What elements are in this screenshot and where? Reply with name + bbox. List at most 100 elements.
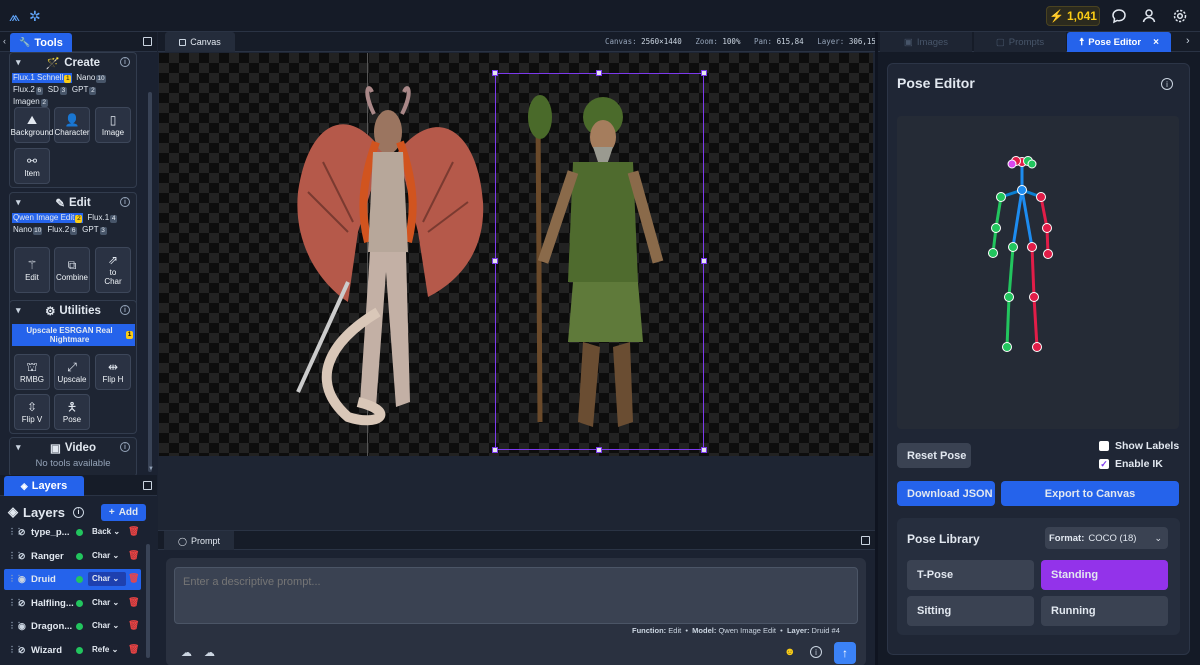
- eye-icon[interactable]: ◉: [18, 621, 26, 632]
- flip-v-tool-button[interactable]: ⇳ Flip V: [14, 394, 50, 430]
- info-icon[interactable]: i: [810, 646, 822, 658]
- credits-badge[interactable]: ⚡ 1,041: [1046, 6, 1100, 26]
- eye-off-icon[interactable]: ⊘: [18, 598, 26, 609]
- upscale-model-chip[interactable]: Upscale ESRGAN Real Nightmare 1: [12, 324, 135, 346]
- tab-canvas[interactable]: Canvas: [165, 32, 235, 52]
- layer-type-select[interactable]: Char ⌄: [88, 549, 126, 563]
- edit-header[interactable]: ▾ ✎ Edit i: [10, 193, 136, 213]
- pose-option-running[interactable]: Running: [1041, 596, 1168, 626]
- reset-pose-button[interactable]: Reset Pose: [897, 443, 971, 468]
- resize-handle[interactable]: [701, 447, 707, 453]
- trash-icon[interactable]: 🗑: [128, 620, 139, 631]
- utilities-header[interactable]: ▾ ⚙ Utilities i: [10, 301, 136, 321]
- layer-type-select[interactable]: Back ⌄: [88, 525, 126, 539]
- close-icon[interactable]: ×: [1153, 37, 1159, 48]
- background-tool-button[interactable]: ⛰ Background: [11, 107, 53, 143]
- pose-tool-button[interactable]: 🯅 Pose: [54, 394, 90, 430]
- canvas-viewport[interactable]: [158, 52, 875, 530]
- video-header[interactable]: ▾ ▣ Video i: [10, 438, 136, 458]
- prompt-input[interactable]: [174, 567, 858, 624]
- layer-row[interactable]: ⋮⋮ ⊘ Halfling... Char ⌄ 🗑: [4, 593, 141, 614]
- layer-type-select[interactable]: Char ⌄: [88, 572, 126, 586]
- pose-option-t-pose[interactable]: T-Pose: [907, 560, 1034, 590]
- chevron-left-icon[interactable]: ‹: [3, 36, 6, 46]
- tab-tools[interactable]: 🔧 Tools: [10, 33, 72, 52]
- layer-type-select[interactable]: Refe ⌄: [88, 643, 126, 657]
- info-icon[interactable]: i: [1161, 78, 1173, 90]
- tab-layers[interactable]: ◈ Layers: [4, 476, 84, 496]
- layer-type-select[interactable]: Char ⌄: [88, 596, 126, 610]
- layer-type-select[interactable]: Char ⌄: [88, 619, 126, 633]
- selection-box[interactable]: [492, 70, 707, 453]
- user-icon[interactable]: [1141, 8, 1157, 24]
- image-tool-button[interactable]: ▯ Image: [95, 107, 131, 143]
- upload-icon[interactable]: ☁: [181, 646, 192, 659]
- resize-handle[interactable]: [596, 447, 602, 453]
- model-chip[interactable]: SD 3: [47, 85, 68, 95]
- resize-handle[interactable]: [492, 258, 498, 264]
- resize-handle[interactable]: [492, 70, 498, 76]
- export-to-canvas-button[interactable]: Export to Canvas: [1001, 481, 1179, 506]
- resize-handle[interactable]: [492, 447, 498, 453]
- info-icon[interactable]: i: [120, 305, 130, 315]
- enable-ik-toggle[interactable]: ✓ Enable IK: [1099, 458, 1163, 470]
- layer-row[interactable]: ⋮⋮ ◉ Druid Char ⌄ 🗑: [4, 569, 141, 590]
- download-json-button[interactable]: Download JSON: [897, 481, 995, 506]
- combine-tool-button[interactable]: ⧉ Combine: [54, 247, 90, 293]
- scroll-down-icon[interactable]: ▼: [148, 466, 154, 472]
- layers-scrollbar[interactable]: [146, 544, 150, 658]
- model-chip[interactable]: Flux.2 6: [12, 85, 44, 95]
- app-logo-icon[interactable]: ⩕: [9, 8, 20, 25]
- trash-icon[interactable]: 🗑: [128, 597, 139, 608]
- check-icon[interactable]: ✓: [1099, 459, 1109, 469]
- trash-icon[interactable]: 🗑: [128, 573, 139, 584]
- model-chip[interactable]: Nano 10: [75, 73, 106, 83]
- eye-off-icon[interactable]: ⊘: [18, 527, 26, 538]
- edit-tool-button[interactable]: ⚚ Edit: [14, 247, 50, 293]
- pose-option-standing[interactable]: Standing: [1041, 560, 1168, 590]
- maximize-icon[interactable]: [143, 37, 152, 46]
- resize-handle[interactable]: [596, 70, 602, 76]
- info-icon[interactable]: i: [120, 197, 130, 207]
- tab-prompts[interactable]: ▢ Prompts: [974, 32, 1066, 52]
- maximize-icon[interactable]: [861, 536, 870, 545]
- rmbg-tool-button[interactable]: ⛫ RMBG: [14, 354, 50, 390]
- layer-row[interactable]: ⋮⋮ ⊘ Ranger Char ⌄ 🗑: [4, 546, 141, 567]
- flip-h-tool-button[interactable]: ⇹ Flip H: [95, 354, 131, 390]
- model-chip[interactable]: Flux.1 4: [86, 213, 118, 223]
- model-chip[interactable]: Nano 10: [12, 225, 43, 235]
- layer-row[interactable]: ⋮⋮ ◉ Dragon... Char ⌄ 🗑: [4, 616, 141, 637]
- model-chip[interactable]: Imagen 2: [12, 97, 49, 107]
- character-tool-button[interactable]: 👤 Character: [54, 107, 90, 143]
- resize-handle[interactable]: [701, 258, 707, 264]
- maximize-icon[interactable]: [143, 481, 152, 490]
- settings-icon[interactable]: [1172, 8, 1188, 24]
- model-chip[interactable]: GPT 3: [81, 225, 107, 235]
- apps-icon[interactable]: ✲: [29, 8, 41, 25]
- pose-option-sitting[interactable]: Sitting: [907, 596, 1034, 626]
- info-icon[interactable]: i: [120, 57, 130, 67]
- eye-icon[interactable]: ◉: [18, 574, 26, 585]
- model-chip[interactable]: Flux.1 Schnell 1: [12, 73, 73, 83]
- chat-icon[interactable]: [1111, 8, 1127, 24]
- checkbox-unchecked[interactable]: [1099, 441, 1109, 451]
- tab-images[interactable]: ▣ Images: [880, 32, 972, 52]
- resize-handle[interactable]: [701, 70, 707, 76]
- format-select[interactable]: Format: COCO (18) ⌄: [1045, 527, 1168, 549]
- to-char-tool-button[interactable]: ⇗ to Char: [95, 247, 131, 293]
- info-icon[interactable]: i: [72, 506, 84, 518]
- create-header[interactable]: ▾ 🪄 Create i: [10, 53, 136, 73]
- trash-icon[interactable]: 🗑: [128, 550, 139, 561]
- model-chip[interactable]: Flux.2 6: [46, 225, 78, 235]
- eye-off-icon[interactable]: ⊘: [18, 551, 26, 562]
- show-labels-toggle[interactable]: Show Labels: [1099, 440, 1179, 452]
- model-chip[interactable]: Qwen Image Edit 2: [12, 213, 84, 223]
- download-icon[interactable]: ☁: [204, 646, 215, 659]
- tools-scrollbar[interactable]: [148, 92, 152, 472]
- layer-row[interactable]: ⋮⋮ ⊘ Wizard Refe ⌄ 🗑: [4, 640, 141, 661]
- emoji-icon[interactable]: ☻: [784, 646, 796, 658]
- upscale-tool-button[interactable]: ⤢ Upscale: [54, 354, 90, 390]
- item-tool-button[interactable]: ⚯ Item: [14, 148, 50, 184]
- layer-row[interactable]: ⋮⋮ ⊘ type_p... Back ⌄ 🗑: [4, 522, 141, 543]
- eye-off-icon[interactable]: ⊘: [18, 645, 26, 656]
